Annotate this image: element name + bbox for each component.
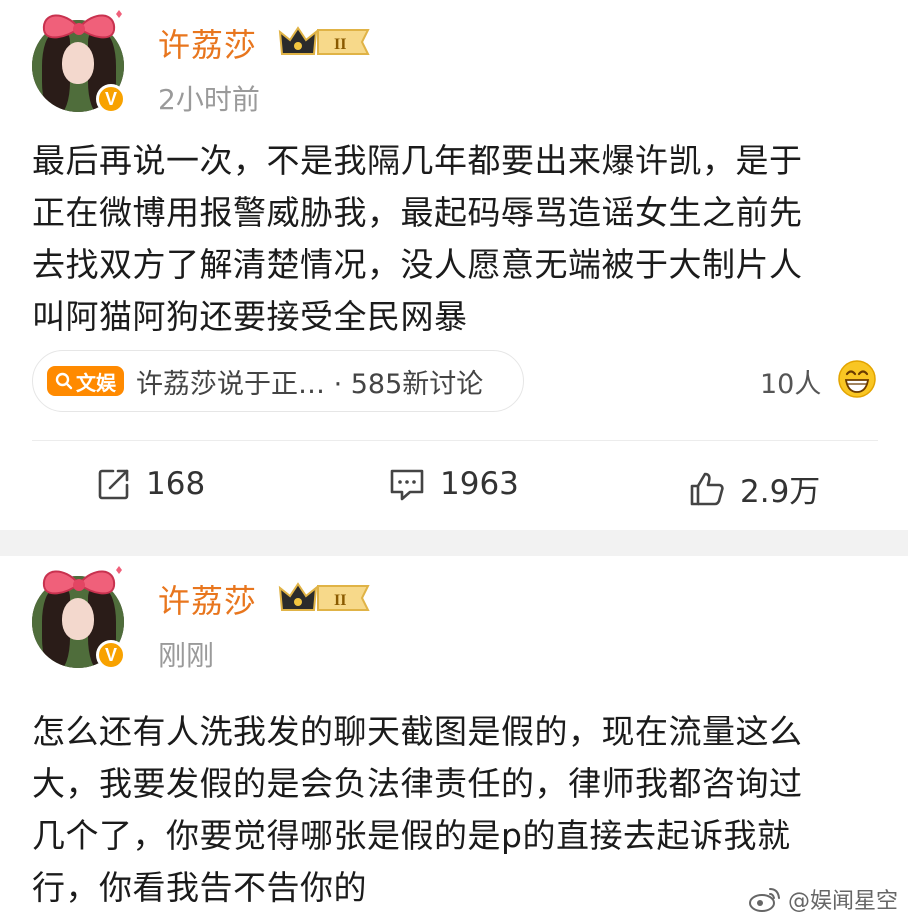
post-content: 最后再说一次，不是我隔几年都要出来爆许凯，是于 正在微博用报警威胁我，最起码辱骂… bbox=[32, 141, 803, 336]
grin-emoji-icon[interactable] bbox=[838, 360, 876, 398]
weibo-post: V 许荔莎 II 2小时前 最后再说一次，不是我隔几年都要出来爆许凯，是于 正在… bbox=[0, 0, 908, 530]
weibo-post: V 许荔莎 II 刚刚 怎么还有人洗我发的聊天截图是假的，现在流量这么 大，我要… bbox=[0, 556, 908, 923]
search-icon bbox=[55, 372, 73, 390]
topic-text: 许荔莎说于正… · 585新讨论 bbox=[136, 368, 484, 400]
watermark: @娱闻星空 bbox=[748, 883, 898, 915]
divider bbox=[32, 440, 878, 441]
watermark-text: @娱闻星空 bbox=[787, 889, 898, 914]
bow-icon bbox=[42, 10, 122, 39]
vip-level-text: II bbox=[334, 592, 346, 609]
comment-button[interactable]: 1963 bbox=[388, 466, 519, 502]
vip-crown-badge-icon: II bbox=[278, 582, 370, 611]
post-timestamp: 刚刚 bbox=[158, 639, 215, 672]
repost-icon bbox=[98, 469, 129, 500]
bow-icon bbox=[42, 566, 122, 595]
repost-button[interactable]: 168 bbox=[96, 466, 205, 502]
username[interactable]: 许荔莎 bbox=[158, 20, 257, 66]
post-separator bbox=[0, 530, 908, 556]
username[interactable]: 许荔莎 bbox=[158, 576, 257, 622]
vip-crown-badge-icon: II bbox=[278, 26, 370, 55]
repost-count: 168 bbox=[146, 466, 206, 502]
post-timestamp: 2小时前 bbox=[158, 83, 260, 116]
like-count: 2.9万 bbox=[740, 474, 821, 510]
reaction-people-count: 10人 bbox=[760, 369, 822, 400]
like-icon bbox=[690, 472, 724, 505]
comment-icon bbox=[390, 469, 424, 501]
comment-count: 1963 bbox=[440, 466, 519, 502]
vip-level-text: II bbox=[334, 36, 346, 53]
avatar[interactable]: V bbox=[28, 564, 128, 670]
verified-badge: V bbox=[96, 84, 126, 114]
weibo-logo-icon bbox=[748, 888, 780, 912]
like-button[interactable]: 2.9万 bbox=[688, 466, 820, 511]
avatar[interactable]: V bbox=[28, 8, 128, 114]
topic-tag: 文娱 bbox=[47, 366, 124, 396]
topic-tag-label: 文娱 bbox=[76, 370, 116, 395]
verified-badge: V bbox=[96, 640, 126, 670]
topic-card[interactable]: 文娱 许荔莎说于正… · 585新讨论 bbox=[32, 350, 524, 412]
